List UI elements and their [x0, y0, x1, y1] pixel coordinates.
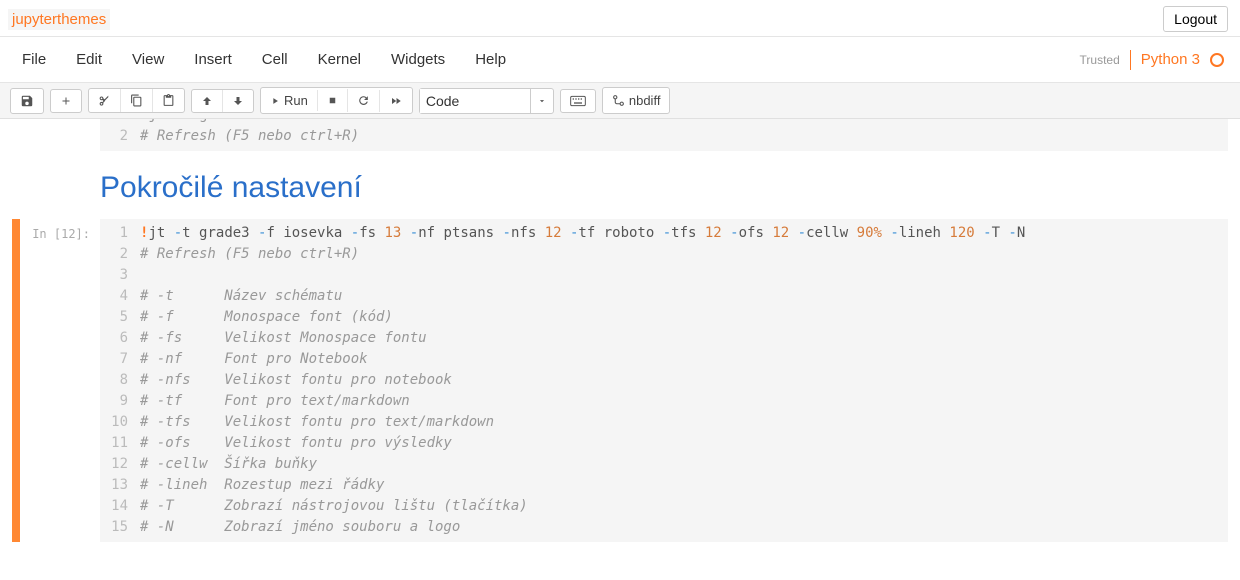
move-up-button[interactable]: [192, 90, 222, 112]
stop-icon: [327, 95, 338, 106]
menu-help[interactable]: Help: [475, 51, 506, 68]
notebook-area[interactable]: 1 2 !jt -t gruvboxl -f code -fs 13 # Ref…: [0, 119, 1240, 573]
arrow-down-icon: [232, 95, 244, 107]
line-gutter: 1 2: [100, 119, 140, 147]
play-icon: [270, 96, 280, 106]
menu-kernel[interactable]: Kernel: [318, 51, 361, 68]
cut-button[interactable]: [89, 89, 120, 112]
stop-button[interactable]: [317, 90, 347, 111]
notebook-title[interactable]: jupyterthemes: [8, 9, 110, 30]
run-label: Run: [284, 93, 308, 108]
restart-icon: [357, 94, 370, 107]
menu-widgets[interactable]: Widgets: [391, 51, 445, 68]
nbdiff-button[interactable]: nbdiff: [603, 88, 670, 113]
move-down-button[interactable]: [222, 90, 253, 112]
command-palette-button[interactable]: [561, 90, 595, 112]
chevron-down-icon: [537, 96, 547, 106]
menu-cell[interactable]: Cell: [262, 51, 288, 68]
run-button[interactable]: Run: [261, 88, 317, 113]
kernel-separator: [1130, 50, 1131, 70]
menu-edit[interactable]: Edit: [76, 51, 102, 68]
cell-type-select[interactable]: Code: [419, 88, 554, 114]
cut-icon: [98, 94, 111, 107]
code-cell[interactable]: In [12]: 1 2 3 4 5 6 7 8 9 10 11 12 13 1…: [12, 219, 1228, 542]
markdown-heading: Pokročilé nastavení: [100, 171, 1228, 205]
copy-button[interactable]: [120, 89, 152, 112]
save-icon: [20, 94, 34, 108]
cell-prompt: [20, 119, 100, 151]
add-cell-button[interactable]: [51, 90, 81, 112]
fast-forward-icon: [389, 95, 403, 107]
kernel-indicator-icon: [1210, 53, 1224, 67]
restart-run-all-button[interactable]: [379, 90, 412, 112]
code-cell[interactable]: 1 2 !jt -t gruvboxl -f code -fs 13 # Ref…: [12, 119, 1228, 151]
trusted-label: Trusted: [1080, 53, 1120, 67]
line-gutter: 1 2 3 4 5 6 7 8 9 10 11 12 13 14 15: [100, 223, 140, 538]
arrow-up-icon: [201, 95, 213, 107]
paste-icon: [162, 94, 175, 107]
menu-file[interactable]: File: [22, 51, 46, 68]
menu-insert[interactable]: Insert: [194, 51, 232, 68]
markdown-cell[interactable]: Pokročilé nastavení: [100, 171, 1228, 205]
code-editor[interactable]: !jt -t gruvboxl -f code -fs 13 # Refresh…: [140, 119, 1228, 147]
paste-button[interactable]: [152, 89, 184, 112]
cell-selection-bar: [12, 219, 20, 542]
cell-type-value: Code: [420, 89, 530, 113]
save-button[interactable]: [11, 89, 43, 113]
kernel-name[interactable]: Python 3: [1141, 51, 1200, 68]
plus-icon: [60, 95, 72, 107]
nbdiff-label: nbdiff: [629, 93, 661, 108]
keyboard-icon: [570, 95, 586, 107]
menu-bar: File Edit View Insert Cell Kernel Widget…: [22, 37, 506, 82]
menu-view[interactable]: View: [132, 51, 164, 68]
logout-button[interactable]: Logout: [1163, 6, 1228, 32]
diff-icon: [612, 94, 625, 107]
cell-prompt: In [12]:: [20, 219, 100, 542]
copy-icon: [130, 94, 143, 107]
code-editor[interactable]: !jt -t grade3 -f iosevka -fs 13 -nf ptsa…: [140, 223, 1228, 538]
toolbar: Run Code nbdiff: [0, 83, 1240, 119]
restart-button[interactable]: [347, 89, 379, 112]
